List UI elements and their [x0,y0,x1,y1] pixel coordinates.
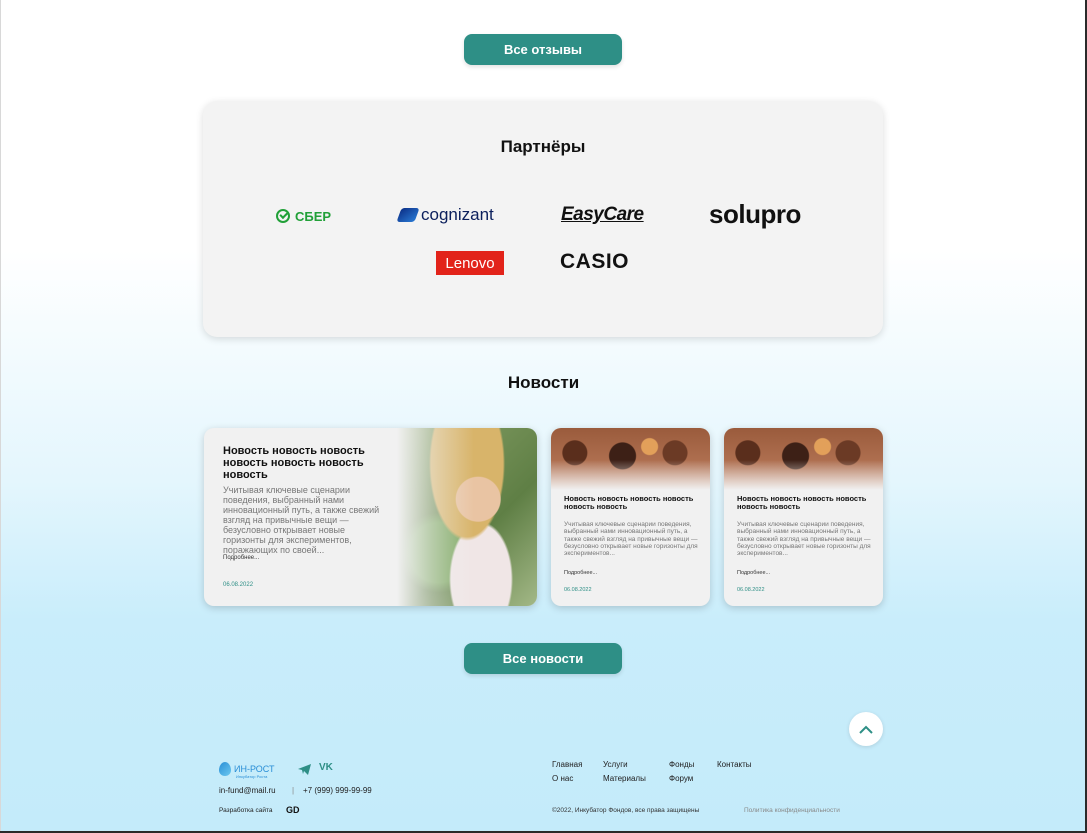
footer-logo-name: ИН-РОСТ [234,764,275,774]
partners-title: Партнёры [500,137,586,156]
easycare-logo-text: EasyCare [561,204,644,225]
news-card-heading[interactable]: Новость новость новость новость новость … [564,494,699,512]
footer-nav-forum[interactable]: Форум [669,774,693,783]
cognizant-logo[interactable]: cognizant [396,205,494,225]
cognizant-mark-icon [396,208,420,222]
footer-nav-services[interactable]: Услуги [603,760,628,769]
frame-left-edge [0,0,1,833]
chevron-up-icon [859,725,873,734]
telegram-icon [298,764,311,775]
cognizant-logo-text: cognizant [421,205,494,224]
news-card-text: Учитывая ключевые сценарии поведения, вы… [564,521,698,558]
news-image [551,428,710,490]
news-card-text: Учитывая ключевые сценарии поведения, вы… [737,521,871,558]
news-card-more-link[interactable]: Подробнее... [737,570,770,576]
vk-link[interactable]: VK [319,762,333,773]
copyright-text: ©2022, Инкубатор Фондов, все права защищ… [552,807,700,814]
solupro-logo-text: solupro [709,199,801,229]
footer-logo[interactable]: ИН-РОСТ Инкубатор Роста [219,762,275,779]
solupro-logo[interactable]: solupro [709,199,801,230]
developer-label: Разработка сайта [219,807,273,814]
casio-logo[interactable]: CASIO [560,250,629,274]
news-card-date: 06.08.2022 [737,587,765,593]
news-card-more-link[interactable]: Подробнее... [223,555,259,561]
footer-nav-about[interactable]: О нас [552,774,573,783]
sber-check-icon [276,209,290,223]
news-card-date: 06.08.2022 [223,582,254,588]
news-card[interactable]: Новость новость новость новость новость … [204,428,537,606]
footer-phone[interactable]: +7 (999) 999-99-99 [303,786,372,795]
news-card-date: 06.08.2022 [564,587,592,593]
partners-section: Партнёры СБЕР cognizant EasyCare solupro… [203,101,883,337]
footer-logo-tagline: Инкубатор Роста [236,774,268,779]
scroll-to-top-button[interactable] [849,712,883,746]
footer-nav-home[interactable]: Главная [552,760,582,769]
casio-logo-text: CASIO [560,250,630,273]
footer-nav-contacts[interactable]: Контакты [717,760,752,769]
news-image [397,428,537,606]
news-card-text: Учитывая ключевые сценарии поведения, вы… [223,485,380,556]
lenovo-logo-text: Lenovo [445,254,495,272]
footer-nav-materials[interactable]: Материалы [603,774,646,783]
news-card[interactable]: Новость новость новость новость новость … [551,428,710,606]
news-card-heading[interactable]: Новость новость новость новость новость … [737,494,872,512]
footer-separator: | [292,786,295,795]
footer-nav-funds[interactable]: Фонды [669,760,694,769]
sber-logo[interactable]: СБЕР [276,207,331,225]
all-news-button[interactable]: Все новости [464,643,622,674]
all-reviews-button[interactable]: Все отзывы [464,34,622,65]
news-title: Новости [507,373,580,392]
privacy-policy-link[interactable]: Политика конфиденциальности [744,807,840,814]
easycare-logo[interactable]: EasyCare [561,204,644,226]
news-card-more-link[interactable]: Подробнее... [564,570,597,576]
drop-icon [219,762,231,776]
footer-email[interactable]: in-fund@mail.ru [219,786,276,795]
telegram-link[interactable] [298,762,311,780]
vk-icon: VK [319,762,333,773]
news-card-heading[interactable]: Новость новость новость новость новость … [223,445,388,481]
sber-logo-text: СБЕР [295,208,332,224]
lenovo-logo[interactable]: Lenovo [436,251,504,275]
developer-logo[interactable]: GD [286,805,300,815]
news-image [724,428,883,490]
news-card[interactable]: Новость новость новость новость новость … [724,428,883,606]
